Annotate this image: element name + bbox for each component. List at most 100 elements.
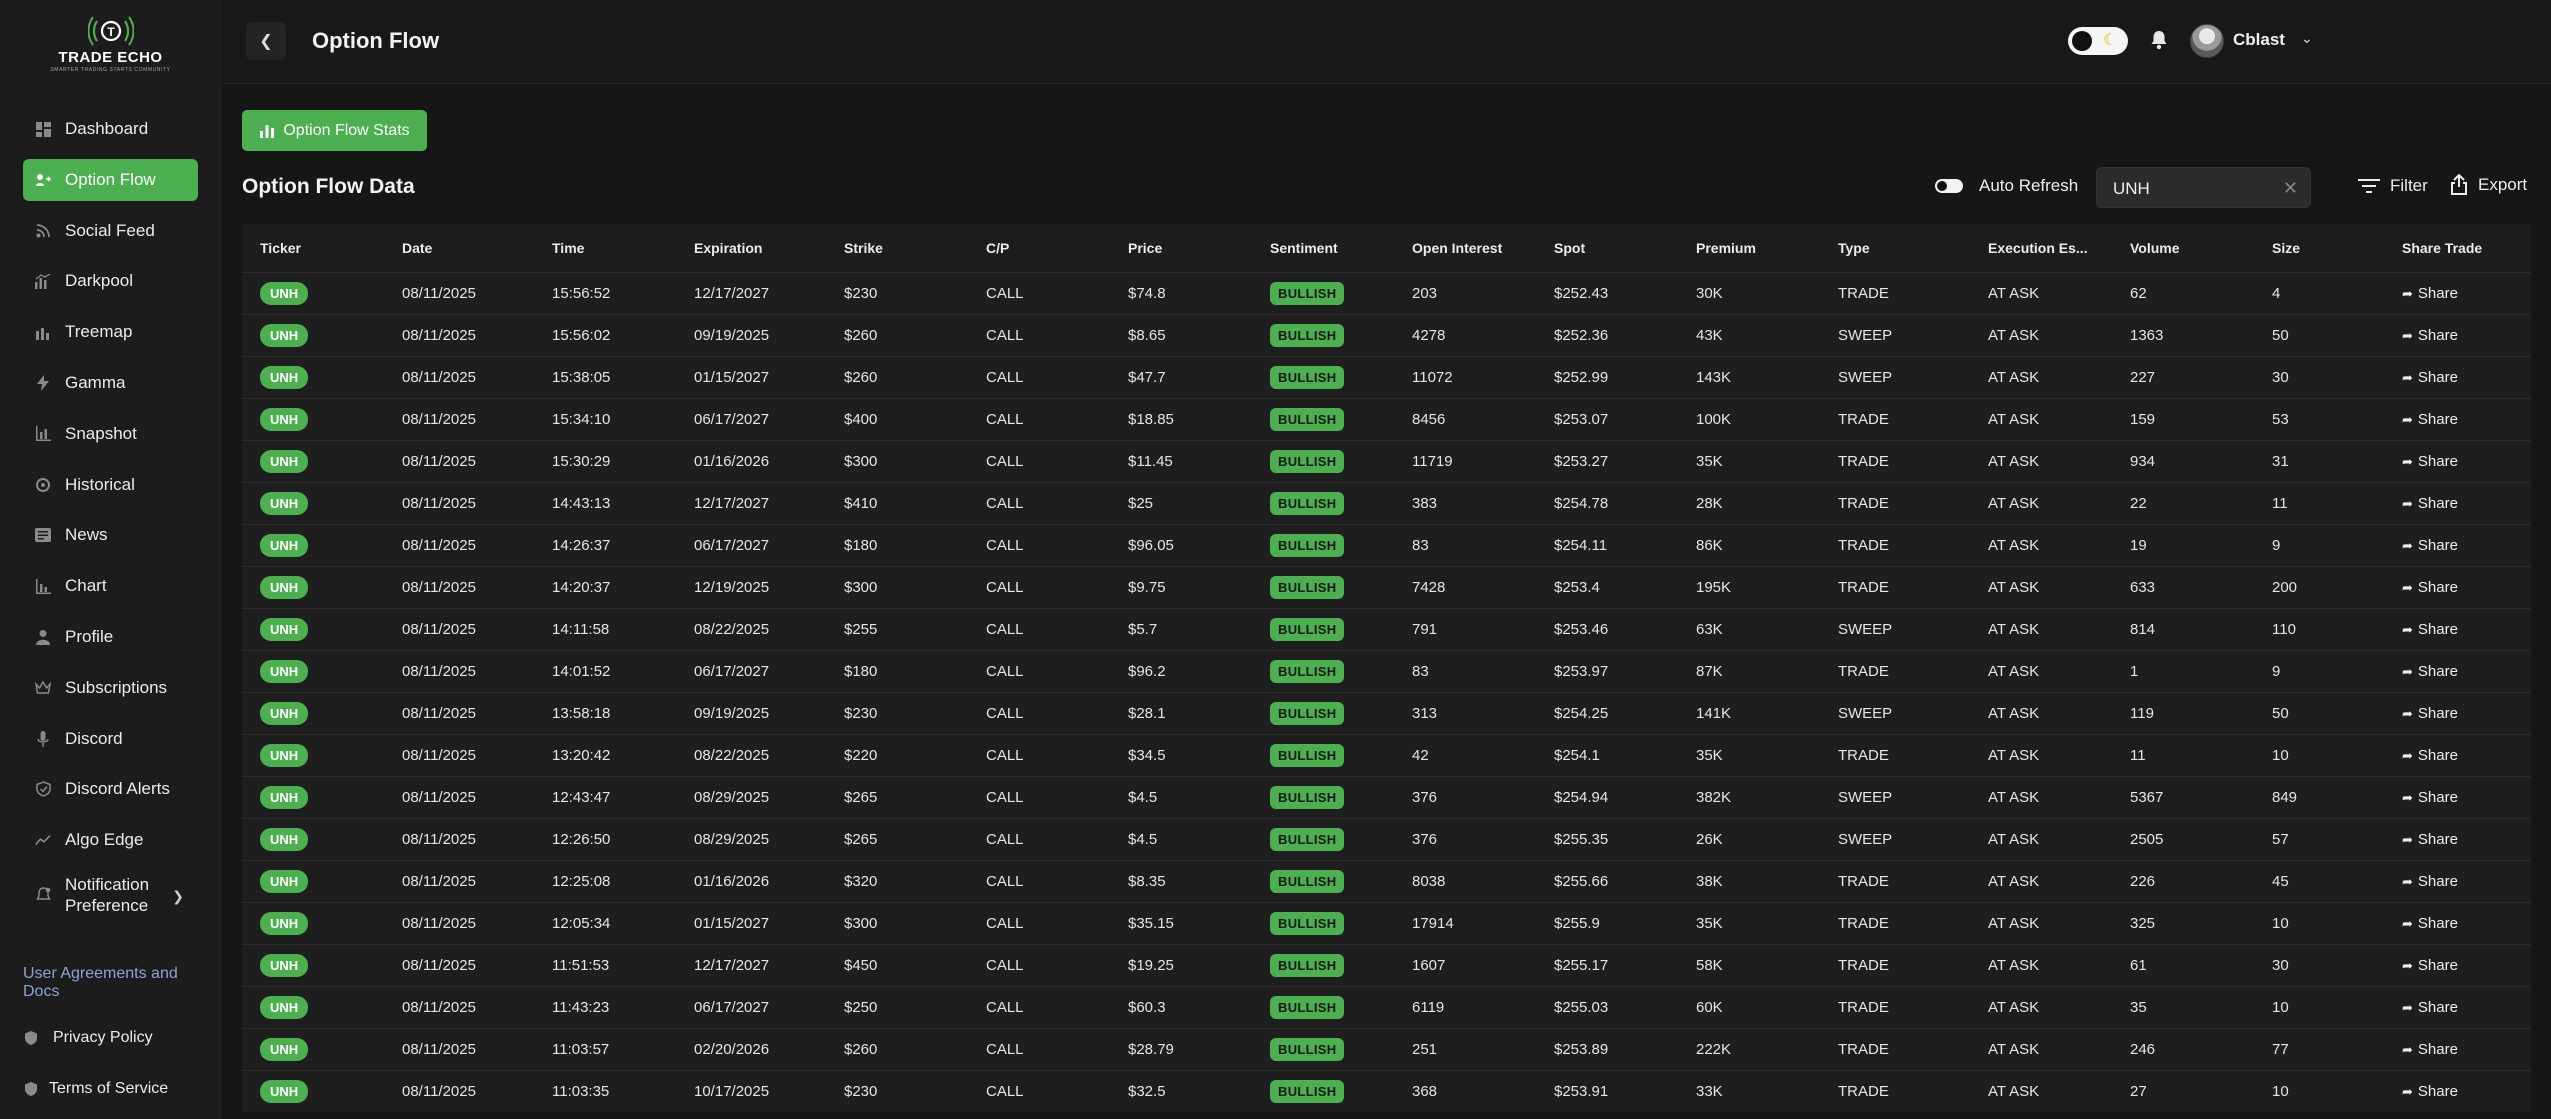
table-row[interactable]: UNH 08/11/2025 15:56:02 09/19/2025 $260 CALL $… (242, 314, 2531, 356)
avatar[interactable] (2190, 24, 2224, 58)
column-header[interactable]: Premium (1678, 224, 1820, 272)
column-header[interactable]: Sentiment (1252, 224, 1394, 272)
table-row[interactable]: UNH 08/11/2025 13:58:18 09/19/2025 $230 CALL $… (242, 692, 2531, 734)
share-button[interactable]: ➦ Share (2402, 957, 2458, 974)
sidebar-item-darkpool[interactable]: Darkpool (23, 260, 198, 302)
table-row[interactable]: UNH 08/11/2025 12:26:50 08/29/2025 $265 CALL $… (242, 818, 2531, 860)
ticker-badge[interactable]: UNH (260, 407, 309, 431)
share-button[interactable]: ➦ Share (2402, 537, 2458, 554)
table-row[interactable]: UNH 08/11/2025 12:25:08 01/16/2026 $320 CALL $… (242, 860, 2531, 902)
theme-toggle[interactable]: ☾ (2068, 27, 2128, 55)
table-row[interactable]: UNH 08/11/2025 13:20:42 08/22/2025 $220 CALL $… (242, 734, 2531, 776)
share-button[interactable]: ➦ Share (2402, 747, 2458, 764)
sidebar-item-terms[interactable]: Terms of Service (23, 1076, 168, 1102)
column-header[interactable]: Share Trade (2384, 224, 2531, 272)
table-row[interactable]: UNH 08/11/2025 14:20:37 12/19/2025 $300 CALL $… (242, 566, 2531, 608)
share-button[interactable]: ➦ Share (2402, 453, 2458, 470)
ticker-search-input[interactable] (2111, 178, 2271, 200)
ticker-badge[interactable]: UNH (260, 281, 309, 305)
ticker-badge[interactable]: UNH (260, 785, 309, 809)
column-header[interactable]: Ticker (242, 224, 384, 272)
sidebar-item-algo-edge[interactable]: Algo Edge (23, 819, 198, 861)
ticker-search-box[interactable]: ✕ (2096, 167, 2311, 208)
share-button[interactable]: ➦ Share (2402, 369, 2458, 386)
ticker-badge[interactable]: UNH (260, 533, 309, 557)
column-header[interactable]: Date (384, 224, 534, 272)
sidebar-item-privacy-policy[interactable]: Privacy Policy (23, 1025, 153, 1051)
share-button[interactable]: ➦ Share (2402, 999, 2458, 1016)
ticker-badge[interactable]: UNH (260, 1079, 309, 1103)
sidebar-item-social-feed[interactable]: Social Feed (23, 210, 198, 252)
table-row[interactable]: UNH 08/11/2025 15:34:10 06/17/2027 $400 CALL $… (242, 398, 2531, 440)
column-header[interactable]: Spot (1536, 224, 1678, 272)
username[interactable]: Cblast (2233, 30, 2285, 50)
sidebar-item-notification-preference[interactable]: Notification Preference ❯ (23, 870, 198, 920)
sidebar-item-snapshot[interactable]: Snapshot (23, 413, 198, 455)
ticker-badge[interactable]: UNH (260, 953, 309, 977)
share-button[interactable]: ➦ Share (2402, 831, 2458, 848)
table-row[interactable]: UNH 08/11/2025 11:03:57 02/20/2026 $260 CALL $… (242, 1028, 2531, 1070)
column-header[interactable]: C/P (968, 224, 1110, 272)
share-button[interactable]: ➦ Share (2402, 705, 2458, 722)
ticker-badge[interactable]: UNH (260, 323, 309, 347)
share-button[interactable]: ➦ Share (2402, 621, 2458, 638)
brand-logo[interactable]: T TRADE ECHO SMARTER TRADING STARTS COMM… (0, 14, 221, 74)
column-header[interactable]: Volume (2112, 224, 2254, 272)
sidebar-item-chart[interactable]: Chart (23, 565, 198, 607)
share-button[interactable]: ➦ Share (2402, 1041, 2458, 1058)
table-row[interactable]: UNH 08/11/2025 14:26:37 06/17/2027 $180 CALL $… (242, 524, 2531, 566)
ticker-badge[interactable]: UNH (260, 449, 309, 473)
ticker-badge[interactable]: UNH (260, 659, 309, 683)
sidebar-item-dashboard[interactable]: Dashboard (23, 108, 198, 150)
ticker-badge[interactable]: UNH (260, 995, 309, 1019)
sidebar-item-news[interactable]: News (23, 514, 198, 556)
table-row[interactable]: UNH 08/11/2025 15:30:29 01/16/2026 $300 CALL $… (242, 440, 2531, 482)
share-button[interactable]: ➦ Share (2402, 789, 2458, 806)
table-row[interactable]: UNH 08/11/2025 11:51:53 12/17/2027 $450 CALL $… (242, 944, 2531, 986)
back-button[interactable]: ❮ (246, 22, 286, 60)
option-flow-stats-button[interactable]: Option Flow Stats (242, 110, 427, 151)
close-icon[interactable]: ✕ (2283, 178, 2298, 199)
table-row[interactable]: UNH 08/11/2025 11:43:23 06/17/2027 $250 CALL $… (242, 986, 2531, 1028)
sidebar-item-discord-alerts[interactable]: Discord Alerts (23, 768, 198, 810)
table-row[interactable]: UNH 08/11/2025 12:43:47 08/29/2025 $265 CALL $… (242, 776, 2531, 818)
share-button[interactable]: ➦ Share (2402, 285, 2458, 302)
table-row[interactable]: UNH 08/11/2025 15:56:52 12/17/2027 $230 CALL $… (242, 272, 2531, 314)
column-header[interactable]: Expiration (676, 224, 826, 272)
table-row[interactable]: UNH 08/11/2025 14:43:13 12/17/2027 $410 CALL $… (242, 482, 2531, 524)
ticker-badge[interactable]: UNH (260, 869, 309, 893)
sidebar-item-historical[interactable]: Historical (23, 464, 198, 506)
export-button[interactable]: Export (2450, 174, 2527, 196)
table-row[interactable]: UNH 08/11/2025 12:05:34 01/15/2027 $300 CALL $… (242, 902, 2531, 944)
ticker-badge[interactable]: UNH (260, 575, 309, 599)
auto-refresh-control[interactable]: Auto Refresh (1935, 176, 2078, 196)
sidebar-item-option-flow[interactable]: Option Flow (23, 158, 198, 201)
ticker-badge[interactable]: UNH (260, 491, 309, 515)
share-button[interactable]: ➦ Share (2402, 327, 2458, 344)
ticker-badge[interactable]: UNH (260, 1037, 309, 1061)
ticker-badge[interactable]: UNH (260, 911, 309, 935)
ticker-badge[interactable]: UNH (260, 827, 309, 851)
column-header[interactable]: Strike (826, 224, 968, 272)
share-button[interactable]: ➦ Share (2402, 915, 2458, 932)
sidebar-item-gamma[interactable]: Gamma (23, 362, 198, 404)
column-header[interactable]: Price (1110, 224, 1252, 272)
chevron-down-icon[interactable]: ⌄ (2301, 30, 2313, 47)
auto-refresh-toggle[interactable] (1935, 179, 1963, 193)
table-row[interactable]: UNH 08/11/2025 11:03:35 10/17/2025 $230 CALL $… (242, 1070, 2531, 1112)
sidebar-item-profile[interactable]: Profile (23, 616, 198, 658)
table-row[interactable]: UNH 08/11/2025 14:01:52 06/17/2027 $180 CALL $… (242, 650, 2531, 692)
share-button[interactable]: ➦ Share (2402, 411, 2458, 428)
table-row[interactable]: UNH 08/11/2025 14:11:58 08/22/2025 $255 CALL $… (242, 608, 2531, 650)
ticker-badge[interactable]: UNH (260, 701, 309, 725)
column-header[interactable]: Execution Es... (1970, 224, 2112, 272)
ticker-badge[interactable]: UNH (260, 365, 309, 389)
ticker-badge[interactable]: UNH (260, 617, 309, 641)
filter-button[interactable]: Filter (2358, 176, 2428, 196)
sidebar-item-subscriptions[interactable]: Subscriptions (23, 667, 198, 709)
share-button[interactable]: ➦ Share (2402, 1083, 2458, 1100)
column-header[interactable]: Type (1820, 224, 1970, 272)
bell-icon[interactable] (2149, 29, 2169, 51)
share-button[interactable]: ➦ Share (2402, 495, 2458, 512)
column-header[interactable]: Open Interest (1394, 224, 1536, 272)
